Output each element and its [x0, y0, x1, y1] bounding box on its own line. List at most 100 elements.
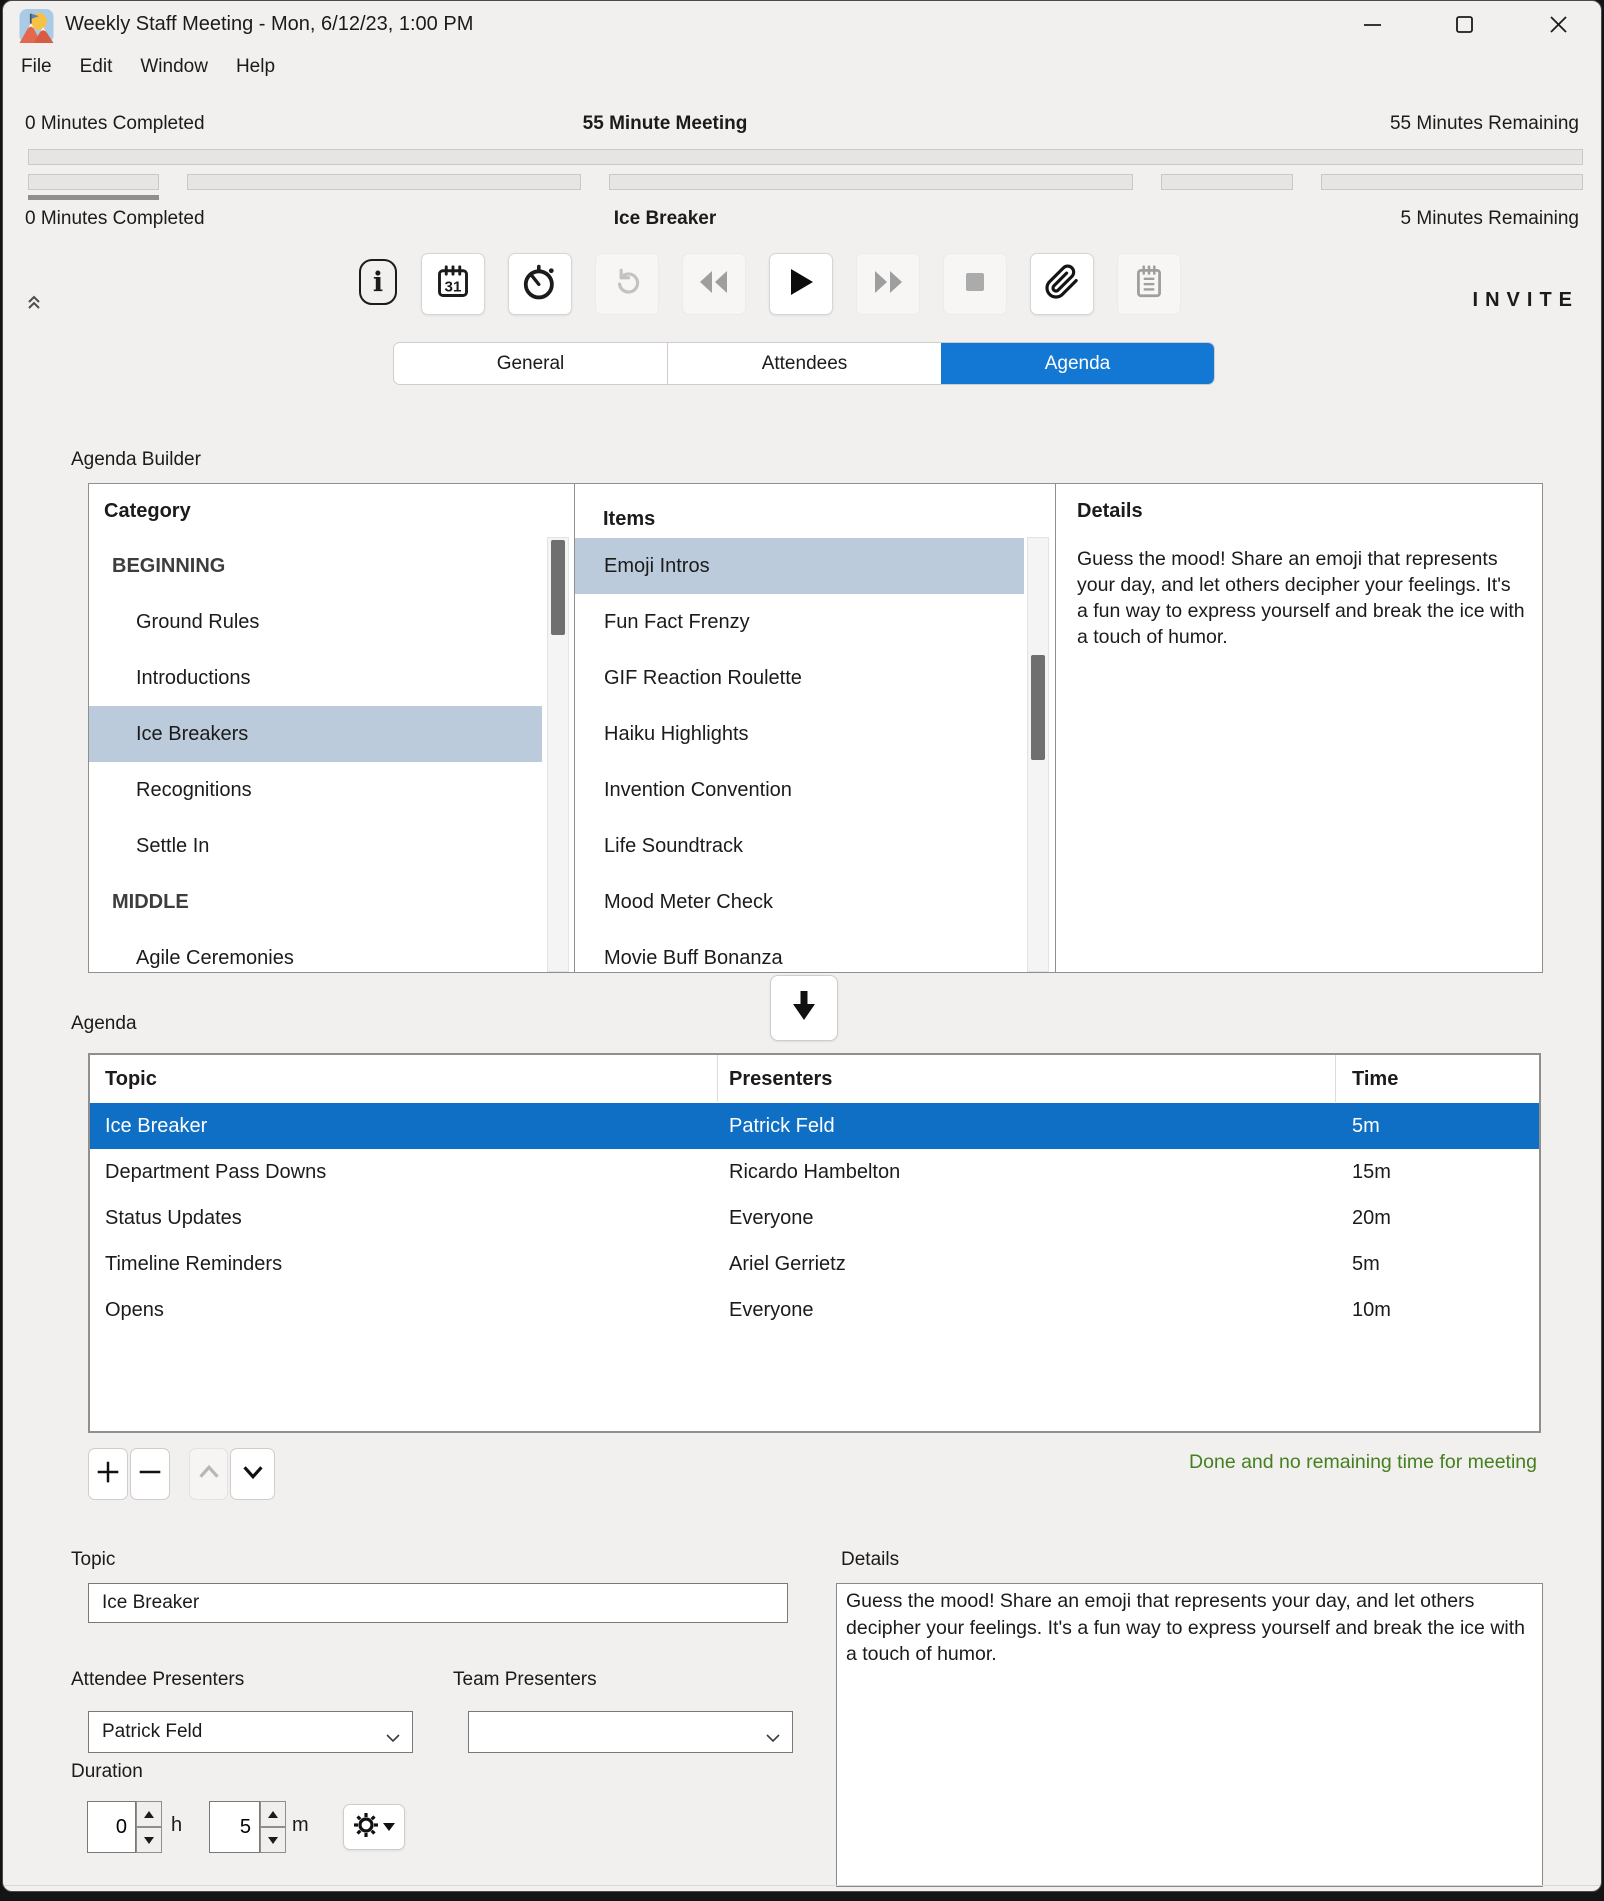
segment-bar-1: [187, 174, 581, 190]
menu-help[interactable]: Help: [234, 54, 277, 80]
category-row[interactable]: BEGINNING: [89, 538, 542, 594]
add-to-agenda-button[interactable]: [770, 975, 838, 1041]
agenda-cell: Department Pass Downs: [105, 1149, 326, 1195]
agenda-rows: Ice BreakerPatrick Feld5mDepartment Pass…: [90, 1103, 1539, 1333]
minutes-increment-button[interactable]: [260, 1801, 286, 1827]
menu-window[interactable]: Window: [138, 54, 210, 80]
calendar-31-button[interactable]: 31: [421, 253, 485, 315]
items-list: Emoji IntrosFun Fact FrenzyGIF Reaction …: [575, 538, 1024, 973]
header-divider: [1335, 1055, 1336, 1102]
minutes-decrement-button[interactable]: [260, 1827, 286, 1853]
items-row[interactable]: Haiku Highlights: [575, 706, 1024, 762]
category-column-header: Category: [104, 500, 191, 523]
items-row[interactable]: Life Soundtrack: [575, 818, 1024, 874]
agenda-cell: Ariel Gerrietz: [729, 1241, 846, 1287]
rewind-button[interactable]: [682, 253, 746, 315]
chevron-up-icon: [194, 1457, 224, 1492]
chevron-down-icon: [386, 1727, 400, 1749]
paperclip-button[interactable]: [1030, 253, 1094, 315]
agenda-row[interactable]: Status UpdatesEveryone20m: [90, 1195, 1539, 1241]
remove-agenda-item-button[interactable]: [130, 1448, 170, 1500]
team-presenters-select[interactable]: [468, 1711, 793, 1753]
hours-decrement-button[interactable]: [136, 1827, 162, 1853]
items-row[interactable]: Mood Meter Check: [575, 874, 1024, 930]
invite-button[interactable]: INVITE: [1473, 289, 1579, 312]
app-window: Weekly Staff Meeting - Mon, 6/12/23, 1:0…: [2, 0, 1602, 1892]
category-scrollbar-thumb[interactable]: [551, 540, 565, 635]
items-row[interactable]: Movie Buff Bonanza: [575, 930, 1024, 973]
segment-bar-0: [28, 174, 159, 190]
attendee-presenters-label: Attendee Presenters: [71, 1669, 244, 1691]
items-scrollbar-thumb[interactable]: [1031, 655, 1045, 760]
duration-options-button[interactable]: [343, 1804, 405, 1850]
attendee-presenters-select[interactable]: Patrick Feld: [88, 1711, 413, 1753]
info-button[interactable]: i: [359, 259, 397, 305]
screen: Weekly Staff Meeting - Mon, 6/12/23, 1:0…: [0, 0, 1604, 1901]
fast-forward-button[interactable]: [856, 253, 920, 315]
tab-agenda[interactable]: Agenda: [941, 343, 1214, 384]
duration-minutes-input[interactable]: [209, 1801, 260, 1853]
agenda-row[interactable]: Ice BreakerPatrick Feld5m: [90, 1103, 1539, 1149]
fast-forward-icon: [870, 267, 906, 302]
items-row[interactable]: Fun Fact Frenzy: [575, 594, 1024, 650]
reset-button[interactable]: [595, 253, 659, 315]
category-row[interactable]: Introductions: [89, 650, 542, 706]
category-row[interactable]: Ground Rules: [89, 594, 542, 650]
calendar-31-icon: 31: [435, 264, 471, 305]
notepad-button[interactable]: [1117, 253, 1181, 315]
items-row[interactable]: GIF Reaction Roulette: [575, 650, 1024, 706]
minutes-stepper: [260, 1801, 286, 1853]
minutes-unit-label: m: [292, 1814, 309, 1837]
topic-input[interactable]: [88, 1583, 788, 1623]
duration-label: Duration: [71, 1761, 143, 1783]
agenda-row[interactable]: OpensEveryone10m: [90, 1287, 1539, 1333]
agenda-cell: Everyone: [729, 1195, 814, 1241]
category-scrollbar-track[interactable]: [547, 537, 569, 972]
maximize-button[interactable]: [1441, 3, 1487, 45]
meeting-toolbar: i 31: [3, 253, 1601, 315]
bottom-divider: [3, 1885, 1601, 1886]
dropdown-arrow-icon: [383, 1823, 395, 1831]
agenda-cell: 5m: [1352, 1103, 1380, 1149]
chevron-down-icon: [238, 1457, 268, 1492]
play-button[interactable]: [769, 253, 833, 315]
segment-bar-4: [1321, 174, 1583, 190]
time-status-message: Done and no remaining time for meeting: [1189, 1451, 1537, 1474]
category-row[interactable]: Ice Breakers: [89, 706, 542, 762]
details-textarea[interactable]: Guess the mood! Share an emoji that repr…: [836, 1583, 1543, 1887]
items-scrollbar-track[interactable]: [1027, 537, 1049, 972]
agenda-cell: Patrick Feld: [729, 1103, 835, 1149]
agenda-cell: 5m: [1352, 1241, 1380, 1287]
tab-general[interactable]: General: [394, 343, 667, 384]
move-item-down-button[interactable]: [230, 1448, 275, 1500]
minimize-button[interactable]: [1349, 3, 1395, 45]
move-item-up-button[interactable]: [189, 1448, 228, 1500]
triangle-up-icon: [144, 1811, 154, 1818]
tab-attendees[interactable]: Attendees: [667, 343, 941, 384]
menu-file[interactable]: File: [19, 54, 54, 80]
section-completed-label: 0 Minutes Completed: [25, 208, 205, 230]
duration-hours-input[interactable]: [87, 1801, 136, 1853]
app-logo-icon: [19, 9, 54, 43]
agenda-cell: 20m: [1352, 1195, 1391, 1241]
category-row[interactable]: Recognitions: [89, 762, 542, 818]
items-row[interactable]: Emoji Intros: [575, 538, 1024, 594]
menu-edit[interactable]: Edit: [78, 54, 115, 80]
agenda-row[interactable]: Department Pass DownsRicardo Hambelton15…: [90, 1149, 1539, 1195]
category-row[interactable]: MIDDLE: [89, 874, 542, 930]
current-section-label: Ice Breaker: [614, 208, 716, 230]
category-row[interactable]: Settle In: [89, 818, 542, 874]
stop-button[interactable]: [943, 253, 1007, 315]
minus-icon: [135, 1457, 165, 1492]
title-bar[interactable]: Weekly Staff Meeting - Mon, 6/12/23, 1:0…: [3, 1, 1601, 49]
category-row[interactable]: Agile Ceremonies: [89, 930, 542, 973]
add-agenda-item-button[interactable]: [88, 1448, 128, 1500]
hours-increment-button[interactable]: [136, 1801, 162, 1827]
close-button[interactable]: [1535, 3, 1581, 45]
category-list: BEGINNINGGround RulesIntroductionsIce Br…: [89, 538, 542, 973]
items-row[interactable]: Invention Convention: [575, 762, 1024, 818]
agenda-table: Topic Presenters Time Ice BreakerPatrick…: [88, 1053, 1541, 1433]
agenda-row[interactable]: Timeline RemindersAriel Gerrietz5m: [90, 1241, 1539, 1287]
attendee-presenters-value: Patrick Feld: [102, 1721, 202, 1743]
stopwatch-button[interactable]: [508, 253, 572, 315]
